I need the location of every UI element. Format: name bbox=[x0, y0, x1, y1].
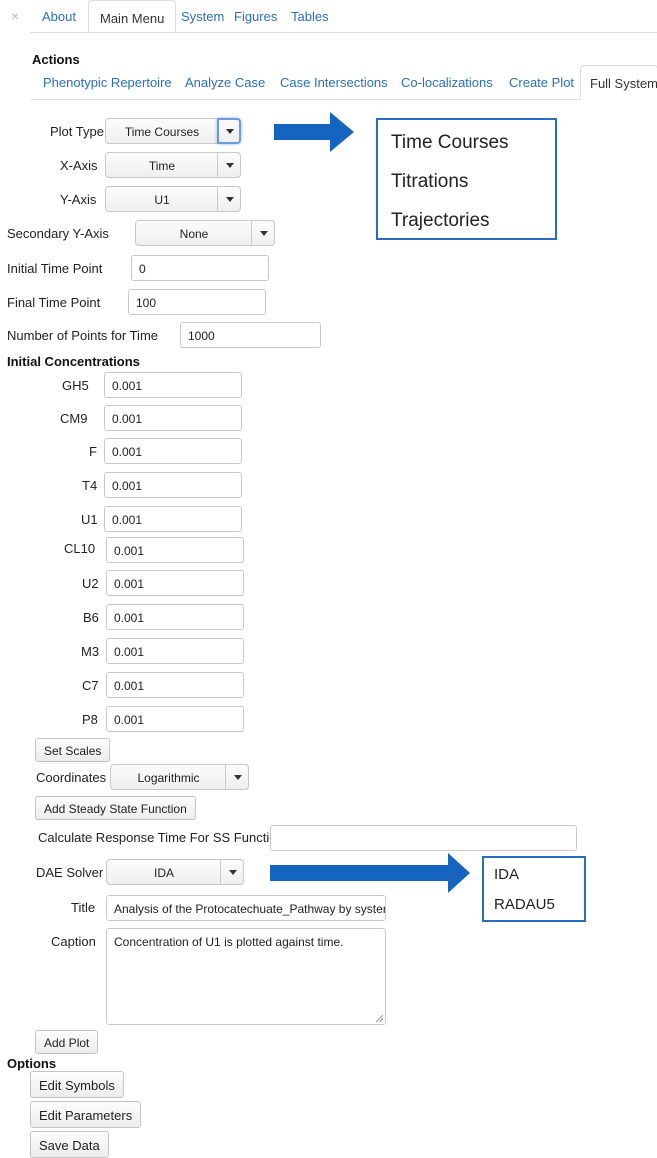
chevron-down-icon bbox=[234, 775, 242, 780]
coordinates-value: Logarithmic bbox=[137, 771, 200, 785]
caption-text: Concentration of U1 is plotted against t… bbox=[114, 935, 344, 949]
secondary-y-axis-dropdown-button[interactable] bbox=[251, 220, 275, 246]
subtab-full-system[interactable]: Full System bbox=[580, 65, 657, 100]
x-axis-dropdown-button[interactable] bbox=[217, 152, 241, 178]
plot-type-option-titrations[interactable]: Titrations bbox=[391, 171, 468, 193]
close-icon[interactable]: × bbox=[11, 8, 19, 24]
set-scales-button[interactable]: Set Scales bbox=[35, 738, 111, 762]
chevron-down-icon bbox=[226, 163, 234, 168]
initial-concentrations-heading: Initial Concentrations bbox=[7, 354, 140, 369]
title-input[interactable]: Analysis of the Protocatechuate_Pathway … bbox=[106, 895, 386, 921]
title-label: Title bbox=[71, 900, 96, 915]
subtab-phenotypic-repertoire[interactable]: Phenotypic Repertoire bbox=[43, 75, 172, 90]
chevron-down-icon bbox=[229, 870, 237, 875]
caption-label: Caption bbox=[51, 934, 96, 949]
concentration-input-u1[interactable]: 0.001 bbox=[104, 506, 242, 532]
concentration-label-c7: C7 bbox=[82, 678, 99, 693]
concentration-input-b6[interactable]: 0.001 bbox=[106, 604, 244, 630]
concentration-input-p8[interactable]: 0.001 bbox=[106, 706, 244, 732]
tab-tables[interactable]: Tables bbox=[291, 9, 329, 24]
arrow-right-icon bbox=[270, 853, 470, 893]
dae-solver-option-radau5[interactable]: RADAU5 bbox=[494, 896, 555, 913]
edit-parameters-button[interactable]: Edit Parameters bbox=[30, 1101, 142, 1128]
y-axis-value: U1 bbox=[154, 193, 170, 207]
secondary-y-axis-value: None bbox=[179, 227, 209, 241]
concentration-label-m3: M3 bbox=[81, 644, 100, 659]
concentration-input-u2[interactable]: 0.001 bbox=[106, 570, 244, 596]
y-axis-label: Y-Axis bbox=[60, 192, 97, 207]
x-axis-value: Time bbox=[148, 159, 176, 173]
plot-type-dropdown-button[interactable] bbox=[217, 118, 241, 144]
concentration-label-cl10: CL10 bbox=[64, 541, 96, 556]
concentration-label-t4: T4 bbox=[82, 478, 98, 493]
concentration-input-t4[interactable]: 0.001 bbox=[104, 472, 242, 498]
subtab-case-intersections[interactable]: Case Intersections bbox=[280, 75, 388, 90]
arrow-right-icon bbox=[274, 112, 354, 152]
concentration-label-u2: U2 bbox=[82, 576, 99, 591]
chevron-down-icon bbox=[226, 197, 234, 202]
concentration-label-f: F bbox=[89, 444, 97, 459]
tab-system[interactable]: System bbox=[181, 9, 224, 24]
actions-tab-bar: Phenotypic Repertoire Analyze Case Case … bbox=[31, 65, 657, 100]
y-axis-dropdown-button[interactable] bbox=[217, 186, 241, 212]
plot-type-options-list: Time Courses Titrations Trajectories bbox=[376, 118, 557, 240]
tab-figures[interactable]: Figures bbox=[234, 9, 277, 24]
concentration-label-gh5: GH5 bbox=[62, 378, 89, 393]
dae-solver-select[interactable]: IDA bbox=[106, 859, 244, 885]
coordinates-label: Coordinates bbox=[36, 770, 107, 785]
response-time-label: Calculate Response Time For SS Function bbox=[38, 830, 284, 845]
dae-solver-option-ida[interactable]: IDA bbox=[494, 866, 519, 883]
concentration-label-b6: B6 bbox=[83, 610, 99, 625]
plot-type-label: Plot Type bbox=[50, 124, 104, 139]
coordinates-select[interactable]: Logarithmic bbox=[110, 764, 249, 790]
add-steady-state-function-button[interactable]: Add Steady State Function bbox=[35, 796, 196, 820]
concentration-label-cm9: CM9 bbox=[60, 411, 88, 426]
y-axis-select[interactable]: U1 bbox=[105, 186, 241, 212]
add-plot-button[interactable]: Add Plot bbox=[35, 1030, 99, 1054]
save-data-button[interactable]: Save Data bbox=[30, 1131, 109, 1158]
plot-type-select[interactable]: Time Courses bbox=[105, 118, 241, 144]
dae-solver-options-list: IDA RADAU5 bbox=[482, 856, 586, 922]
final-time-label: Final Time Point bbox=[7, 295, 101, 310]
resize-handle-icon[interactable] bbox=[376, 1015, 383, 1022]
concentration-label-p8: P8 bbox=[82, 712, 98, 727]
edit-symbols-button[interactable]: Edit Symbols bbox=[30, 1071, 124, 1098]
concentration-input-f[interactable]: 0.001 bbox=[104, 438, 242, 464]
initial-time-label: Initial Time Point bbox=[7, 261, 103, 276]
plot-type-option-trajectories[interactable]: Trajectories bbox=[391, 210, 490, 232]
x-axis-select[interactable]: Time bbox=[105, 152, 241, 178]
concentration-input-gh5[interactable]: 0.001 bbox=[104, 372, 242, 398]
concentration-input-m3[interactable]: 0.001 bbox=[106, 638, 244, 664]
initial-time-input[interactable]: 0 bbox=[131, 255, 269, 281]
tab-about[interactable]: About bbox=[42, 9, 76, 24]
main-tab-bar: About Main Menu System Figures Tables bbox=[30, 0, 657, 33]
concentration-input-c7[interactable]: 0.001 bbox=[106, 672, 244, 698]
concentration-input-cm9[interactable]: 0.001 bbox=[104, 405, 242, 431]
subtab-analyze-case[interactable]: Analyze Case bbox=[185, 75, 265, 90]
dae-solver-value: IDA bbox=[153, 866, 174, 880]
secondary-y-axis-select[interactable]: None bbox=[135, 220, 275, 246]
final-time-input[interactable]: 100 bbox=[128, 289, 266, 315]
options-heading: Options bbox=[7, 1056, 57, 1071]
subtab-create-plot[interactable]: Create Plot bbox=[509, 75, 574, 90]
concentration-label-u1: U1 bbox=[81, 512, 98, 527]
concentration-input-cl10[interactable]: 0.001 bbox=[106, 537, 244, 563]
num-points-input[interactable]: 1000 bbox=[180, 322, 321, 348]
caption-textarea[interactable]: Concentration of U1 is plotted against t… bbox=[106, 928, 386, 1025]
subtab-co-localizations[interactable]: Co-localizations bbox=[401, 75, 493, 90]
num-points-label: Number of Points for Time bbox=[7, 328, 158, 343]
dae-solver-label: DAE Solver bbox=[36, 865, 104, 880]
coordinates-dropdown-button[interactable] bbox=[225, 764, 249, 790]
tab-main-menu[interactable]: Main Menu bbox=[88, 0, 177, 32]
x-axis-label: X-Axis bbox=[60, 158, 98, 173]
secondary-y-axis-label: Secondary Y-Axis bbox=[7, 226, 109, 241]
plot-type-value: Time Courses bbox=[124, 125, 200, 139]
dae-solver-dropdown-button[interactable] bbox=[220, 859, 244, 885]
plot-type-option-time-courses[interactable]: Time Courses bbox=[391, 132, 509, 154]
chevron-down-icon bbox=[226, 129, 234, 134]
response-time-input[interactable] bbox=[270, 825, 577, 851]
chevron-down-icon bbox=[260, 231, 268, 236]
